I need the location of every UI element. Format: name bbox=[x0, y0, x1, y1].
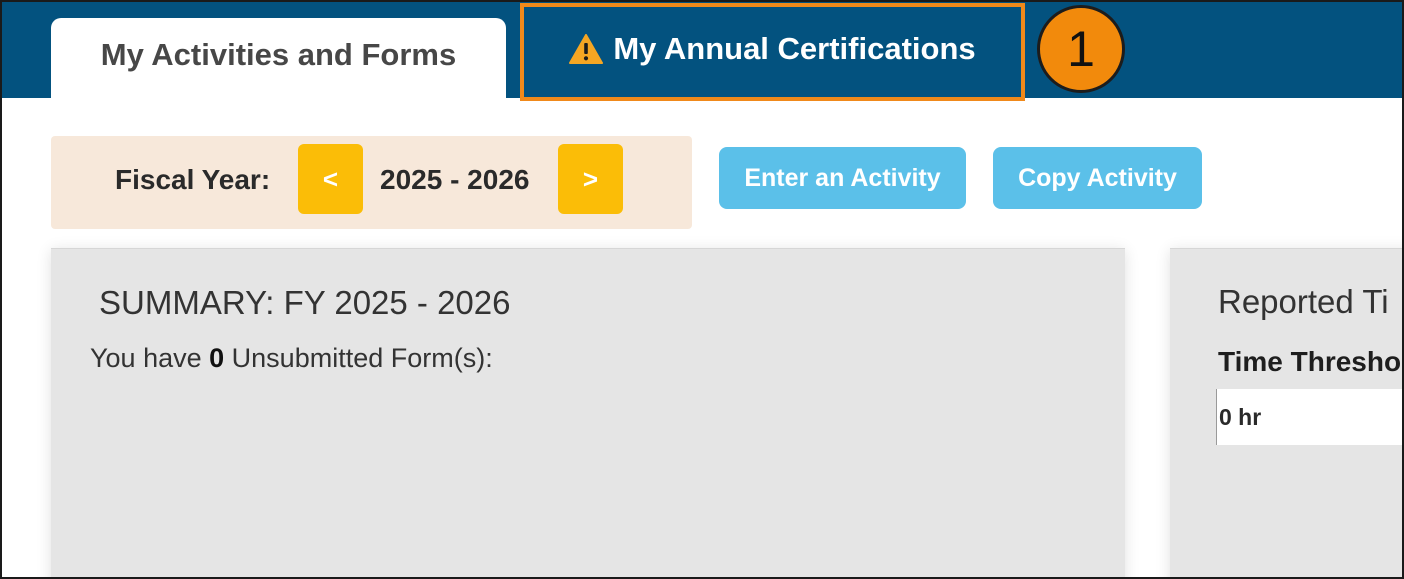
tab-my-activities-and-forms[interactable]: My Activities and Forms bbox=[51, 18, 506, 100]
copy-activity-button[interactable]: Copy Activity bbox=[993, 147, 1202, 209]
reported-time-panel: Reported Ti Time Thresho 0 hr bbox=[1170, 248, 1402, 577]
enter-an-activity-button[interactable]: Enter an Activity bbox=[719, 147, 966, 209]
previous-fiscal-year-button[interactable]: < bbox=[298, 144, 363, 214]
unsubmitted-prefix: You have bbox=[90, 343, 210, 373]
time-threshold-cell: 0 hr bbox=[1216, 389, 1402, 445]
fiscal-year-selector: Fiscal Year: < 2025 - 2026 > bbox=[51, 136, 692, 229]
next-fiscal-year-button[interactable]: > bbox=[558, 144, 623, 214]
tab-my-annual-certifications[interactable]: My Annual Certifications bbox=[520, 3, 1025, 101]
summary-panel: SUMMARY: FY 2025 - 2026 You have 0 Unsub… bbox=[51, 248, 1125, 577]
unsubmitted-suffix: Unsubmitted Form(s): bbox=[224, 343, 493, 373]
reported-time-title: Reported Ti bbox=[1218, 283, 1389, 320]
step-callout-badge: 1 bbox=[1037, 5, 1125, 93]
step-callout-number: 1 bbox=[1067, 21, 1095, 77]
fiscal-year-value: 2025 - 2026 bbox=[380, 164, 530, 195]
warning-icon bbox=[569, 34, 604, 64]
tab-my-annual-certifications-label: My Annual Certifications bbox=[613, 31, 976, 66]
time-threshold-label: Time Thresho bbox=[1218, 346, 1402, 377]
unsubmitted-forms-text: You have 0 Unsubmitted Form(s): bbox=[90, 343, 493, 374]
fiscal-year-label: Fiscal Year: bbox=[115, 164, 271, 195]
unsubmitted-count: 0 bbox=[209, 343, 225, 373]
top-tab-bar: My Activities and Forms My Annual Certif… bbox=[2, 2, 1402, 101]
tab-my-activities-label: My Activities and Forms bbox=[100, 37, 457, 72]
time-threshold-value: 0 hr bbox=[1219, 403, 1262, 430]
summary-title: SUMMARY: FY 2025 - 2026 bbox=[99, 284, 511, 321]
screenshot-frame: My Activities and Forms My Annual Certif… bbox=[0, 0, 1404, 579]
